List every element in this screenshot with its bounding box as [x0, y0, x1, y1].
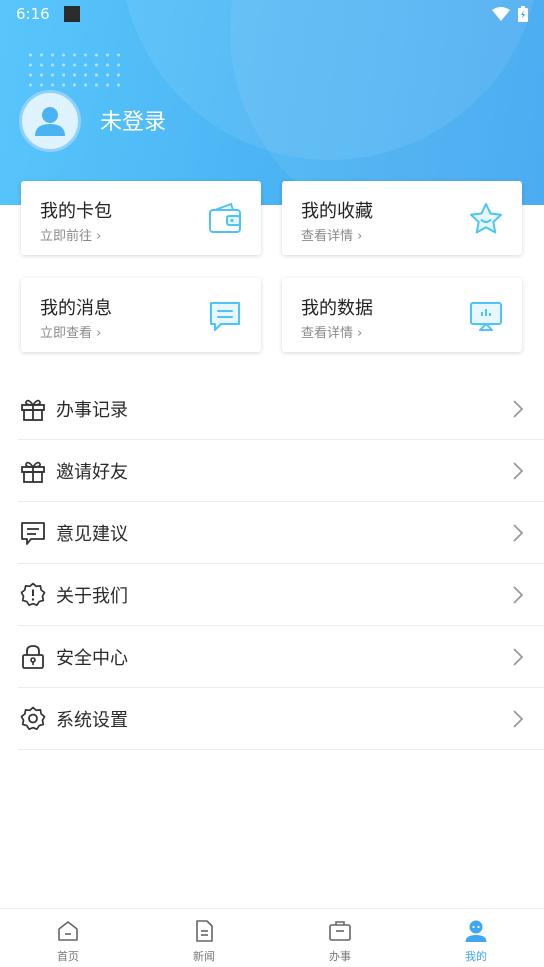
chevron-right-icon	[513, 648, 524, 666]
chevron-right-icon	[513, 710, 524, 728]
status-time: 6:16	[16, 5, 50, 23]
card-title: 我的卡包	[40, 201, 112, 222]
login-status-text[interactable]: 未登录	[100, 104, 166, 136]
notification-icon	[63, 6, 80, 22]
menu-item-about[interactable]: 关于我们	[18, 564, 544, 626]
menu-item-invite[interactable]: 邀请好友	[18, 440, 544, 502]
tab-label: 首页	[57, 950, 79, 963]
menu-item-label: 邀请好友	[56, 461, 128, 483]
status-bar: 6:16	[0, 0, 544, 28]
header-decoration-arc	[230, 0, 544, 205]
user-avatar-icon	[35, 107, 65, 136]
chevron-right-icon	[513, 524, 524, 542]
tab-mine[interactable]: 我的	[408, 909, 544, 967]
card-subtitle: 立即查看 ›	[40, 326, 102, 341]
card-data[interactable]: 我的数据 查看详情 ›	[282, 278, 522, 352]
wallet-icon	[209, 202, 241, 233]
card-title: 我的收藏	[301, 201, 373, 222]
battery-icon	[518, 6, 528, 22]
feedback-icon	[21, 521, 45, 545]
wifi-icon	[492, 7, 510, 21]
card-title: 我的消息	[40, 298, 112, 319]
menu-item-records[interactable]: 办事记录	[18, 378, 544, 440]
gift-icon	[21, 461, 45, 483]
card-subtitle: 立即前往 ›	[40, 229, 102, 244]
menu-item-settings[interactable]: 系统设置	[18, 688, 544, 750]
news-icon	[196, 920, 213, 942]
card-subtitle: 查看详情 ›	[301, 326, 363, 341]
chevron-right-icon	[513, 462, 524, 480]
gift-icon	[21, 399, 45, 421]
info-badge-icon	[20, 582, 46, 606]
menu-list: 办事记录 邀请好友 意见建议 关于我们 安全中心 系统设置	[18, 378, 544, 750]
tab-label: 办事	[329, 950, 351, 963]
card-favorites[interactable]: 我的收藏 查看详情 ›	[282, 181, 522, 255]
user-icon	[465, 920, 487, 942]
tab-label: 我的	[465, 950, 487, 963]
header-dot-pattern	[25, 50, 120, 90]
menu-item-label: 安全中心	[56, 647, 128, 669]
menu-item-label: 关于我们	[56, 585, 128, 607]
chevron-right-icon	[513, 586, 524, 604]
menu-item-security[interactable]: 安全中心	[18, 626, 544, 688]
menu-item-label: 系统设置	[56, 709, 128, 731]
settings-icon	[20, 706, 46, 730]
profile-header-background	[0, 0, 544, 205]
home-icon	[58, 921, 78, 941]
data-screen-icon	[470, 302, 502, 331]
menu-item-label: 办事记录	[56, 399, 128, 421]
tab-affairs[interactable]: 办事	[272, 909, 408, 967]
avatar[interactable]	[19, 90, 81, 152]
menu-item-feedback[interactable]: 意见建议	[18, 502, 544, 564]
bottom-tab-bar: 首页 新闻 办事 我的	[0, 908, 544, 967]
star-icon	[470, 203, 502, 234]
chevron-right-icon	[513, 400, 524, 418]
lock-icon	[22, 644, 44, 669]
menu-item-label: 意见建议	[56, 523, 128, 545]
card-subtitle: 查看详情 ›	[301, 229, 363, 244]
tab-label: 新闻	[193, 950, 215, 963]
card-title: 我的数据	[301, 298, 373, 319]
tab-news[interactable]: 新闻	[136, 909, 272, 967]
briefcase-icon	[329, 921, 351, 941]
card-messages[interactable]: 我的消息 立即查看 ›	[21, 278, 261, 352]
tab-home[interactable]: 首页	[0, 909, 136, 967]
message-icon	[210, 302, 240, 331]
card-wallet[interactable]: 我的卡包 立即前往 ›	[21, 181, 261, 255]
